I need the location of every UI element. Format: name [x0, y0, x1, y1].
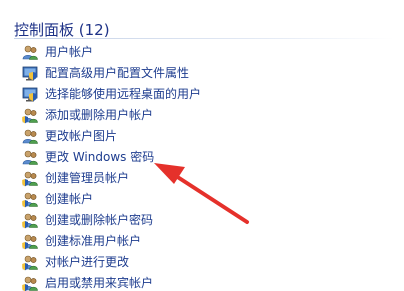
- annotation-arrow: [154, 163, 249, 224]
- control-panel-results: 控制面板 (12) 用户帐户 配置高级用户配置文件属性 选择能够使用远程桌面的用…: [0, 0, 404, 291]
